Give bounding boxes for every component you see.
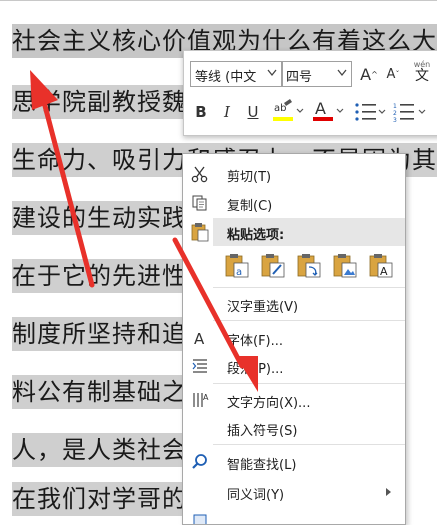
keep-text-only-icon[interactable] bbox=[331, 252, 359, 280]
copy-icon bbox=[192, 195, 207, 211]
menu-separator bbox=[213, 320, 405, 321]
menu-item-label: 文字方向(X)... bbox=[227, 396, 311, 411]
paste-options-header: 粘贴选项: bbox=[213, 218, 405, 246]
shrink-font-button[interactable]: Aˇ bbox=[382, 63, 404, 85]
menu-item-label: 段落(P)... bbox=[227, 362, 284, 377]
keep-source-formatting-icon[interactable]: a bbox=[223, 252, 251, 280]
merge-formatting-icon[interactable] bbox=[259, 252, 287, 280]
menu-item-label: 字体(F)... bbox=[227, 334, 284, 349]
menu-item-text-direction[interactable]: A 文字方向(X)... bbox=[183, 386, 405, 414]
menu-item-label: 复制(C) bbox=[227, 199, 273, 214]
menu-item-label: 同义词(Y) bbox=[227, 488, 285, 503]
menu-item-smart-lookup[interactable]: 智能查找(L) bbox=[183, 448, 405, 476]
menu-item-cut[interactable]: 剪切(T) bbox=[183, 160, 405, 188]
bullets-icon bbox=[355, 103, 386, 121]
menu-item-copy[interactable]: 复制(C) bbox=[183, 189, 405, 217]
font-color-icon: A bbox=[313, 99, 344, 121]
clipboard-icon bbox=[191, 223, 209, 242]
shrink-font-icon: A bbox=[386, 66, 396, 82]
picture-icon[interactable] bbox=[295, 252, 323, 280]
menu-separator bbox=[213, 444, 405, 445]
smart-lookup-icon bbox=[192, 454, 207, 469]
svg-text:3: 3 bbox=[393, 117, 397, 124]
page-top-edge bbox=[0, 0, 437, 1]
phonetic-guide-button[interactable]: wén 文 bbox=[408, 59, 436, 85]
menu-item-paragraph[interactable]: 段落(P)... bbox=[183, 352, 405, 380]
highlighter-icon: ab bbox=[273, 99, 304, 121]
menu-item-label: 剪切(T) bbox=[227, 170, 272, 185]
menu-item-label: 汉字重选(V) bbox=[227, 300, 299, 315]
phonetic-guide-icon: 文 bbox=[415, 68, 429, 84]
paste-options-label: 粘贴选项: bbox=[227, 228, 285, 243]
svg-text:1: 1 bbox=[393, 103, 397, 110]
menu-separator bbox=[213, 383, 405, 384]
svg-text:A: A bbox=[203, 393, 209, 402]
paragraph-icon bbox=[192, 359, 207, 373]
menu-item-synonyms[interactable]: 同义词(Y) bbox=[183, 478, 405, 506]
numbering-button[interactable]: 1 2 3 bbox=[392, 99, 428, 125]
font-icon: A bbox=[194, 330, 205, 347]
svg-text:A: A bbox=[315, 99, 326, 118]
svg-text:2: 2 bbox=[393, 110, 397, 117]
chevron-down-icon bbox=[267, 69, 277, 77]
chevron-down-icon bbox=[337, 69, 347, 77]
submenu-arrow-icon bbox=[386, 488, 391, 496]
font-size-value: 四号 bbox=[286, 70, 313, 85]
italic-button[interactable]: I bbox=[216, 101, 238, 123]
scissors-icon bbox=[191, 166, 208, 183]
text-direction-icon: A bbox=[193, 393, 209, 407]
paste-text-icon[interactable]: A bbox=[367, 252, 395, 280]
numbering-icon: 1 2 3 bbox=[393, 103, 426, 124]
svg-text:A: A bbox=[380, 265, 388, 278]
font-name-value: 等线 (中文 bbox=[195, 70, 257, 85]
font-name-dropdown[interactable]: 等线 (中文 bbox=[190, 61, 282, 87]
context-menu: 剪切(T) 复制(C) 粘贴选项: a A 汉字重选(V) A 字体(F)...… bbox=[182, 153, 406, 525]
menu-item-label: 智能查找(L) bbox=[227, 458, 297, 473]
grow-font-button[interactable]: A ^ bbox=[358, 63, 380, 85]
menu-item-partial[interactable] bbox=[183, 506, 405, 524]
menu-item-insert-symbol[interactable]: 插入符号(S) bbox=[183, 414, 405, 442]
mini-toolbar: 等线 (中文 四号 A ^ Aˇ wén 文 B I U ab A 1 2 3 bbox=[183, 50, 437, 136]
menu-item-reconvert[interactable]: 汉字重选(V) bbox=[183, 290, 405, 318]
svg-text:A: A bbox=[194, 330, 205, 347]
svg-text:a: a bbox=[236, 267, 242, 278]
menu-item-font[interactable]: A 字体(F)... bbox=[183, 324, 405, 352]
bullets-button[interactable] bbox=[352, 99, 388, 125]
bold-button[interactable]: B bbox=[190, 101, 212, 123]
highlight-color-button[interactable]: ab bbox=[270, 97, 306, 127]
menu-item-icon bbox=[193, 514, 207, 524]
underline-button[interactable]: U bbox=[242, 101, 264, 123]
menu-item-label: 插入符号(S) bbox=[227, 424, 298, 439]
svg-text:ab: ab bbox=[274, 103, 286, 114]
menu-separator bbox=[213, 287, 405, 288]
font-size-dropdown[interactable]: 四号 bbox=[282, 61, 352, 87]
font-color-button[interactable]: A bbox=[310, 97, 346, 127]
grow-font-icon: A bbox=[360, 64, 372, 84]
